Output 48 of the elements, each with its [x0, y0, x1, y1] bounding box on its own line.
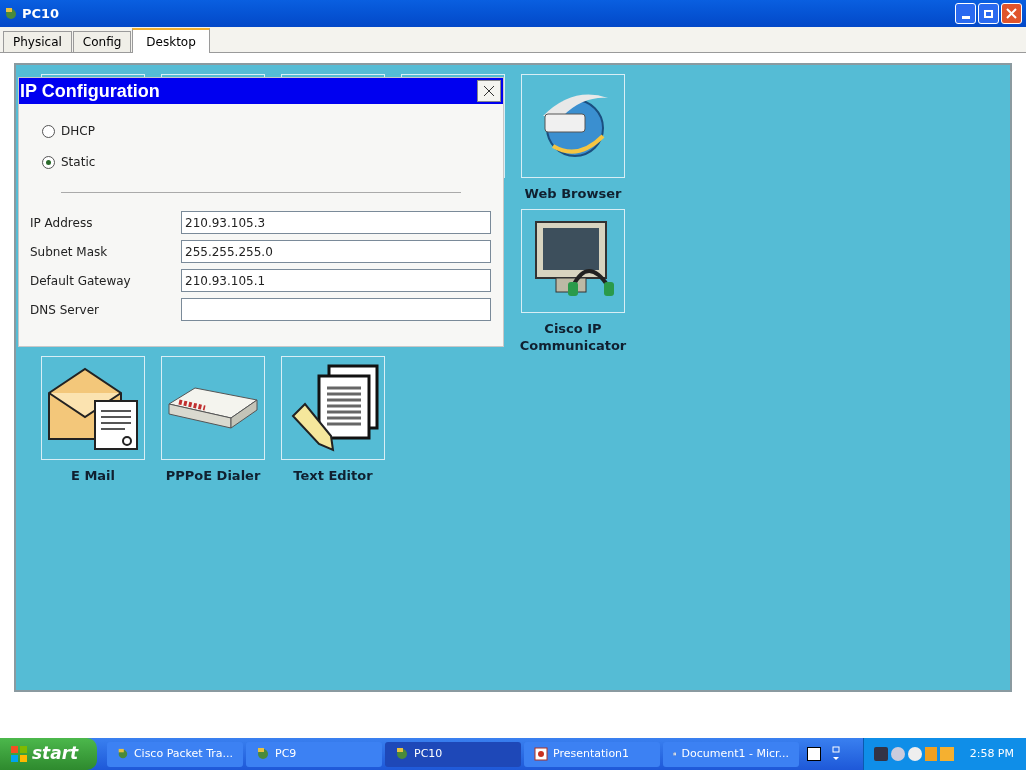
taskbar-button[interactable]: Presentation1	[524, 741, 660, 767]
app-label: E Mail	[70, 467, 116, 484]
radio-button[interactable]	[42, 124, 55, 138]
input-field[interactable]: 255.255.255.0	[181, 240, 491, 263]
network-icon	[117, 747, 129, 761]
taskbar-button[interactable]: PC10	[385, 741, 521, 767]
radio-button[interactable]	[42, 155, 55, 169]
minimize-button[interactable]	[955, 3, 976, 24]
window-title: PC10	[22, 4, 60, 23]
field-label: IP Address	[30, 214, 94, 232]
app-tile[interactable]	[161, 356, 265, 460]
app-label: Text Editor	[292, 467, 374, 484]
network-icon	[395, 747, 409, 761]
dialog-title: IP Configuration	[19, 79, 160, 103]
restore-button[interactable]	[978, 3, 999, 24]
help-icon[interactable]	[807, 747, 821, 761]
clock: 2:58 PM	[969, 745, 1014, 762]
dialog-close-button[interactable]	[477, 80, 501, 102]
close-icon	[484, 86, 494, 96]
close-button[interactable]	[1001, 3, 1022, 24]
slides-icon	[534, 747, 548, 761]
app-label: Web Browser	[523, 185, 623, 202]
app-tile[interactable]	[521, 74, 625, 178]
app-tile[interactable]	[281, 356, 385, 460]
app-label: Cisco IP Communicator	[518, 320, 628, 354]
app-tile[interactable]	[41, 356, 145, 460]
tab[interactable]: Config	[72, 31, 132, 52]
field-label: Subnet Mask	[30, 243, 109, 261]
taskbar-button[interactable]: Cisco Packet Tra...	[107, 741, 243, 767]
input-field[interactable]: 210.93.105.3	[181, 211, 491, 234]
taskbar-button[interactable]: Document1 - Micr...	[663, 741, 799, 767]
input-field[interactable]	[181, 298, 491, 321]
taskbar-button[interactable]: PC9	[246, 741, 382, 767]
windows-logo-icon	[10, 745, 28, 763]
tab[interactable]: Physical	[3, 31, 72, 52]
tray-icon[interactable]	[908, 747, 922, 761]
input-field[interactable]: 210.93.105.1	[181, 269, 491, 292]
radio-label: DHCP	[61, 123, 95, 140]
app-label: PPPoE Dialer	[164, 467, 262, 484]
field-label: DNS Server	[30, 301, 100, 319]
app-tile[interactable]	[521, 209, 625, 313]
radio-label: Static	[61, 154, 96, 171]
tab[interactable]: Desktop	[132, 28, 210, 53]
field-label: Default Gateway	[30, 272, 132, 290]
restore-arrows-icon[interactable]	[831, 746, 841, 762]
network-icon	[4, 6, 18, 21]
close-icon	[1006, 8, 1017, 19]
network-icon	[256, 747, 270, 761]
